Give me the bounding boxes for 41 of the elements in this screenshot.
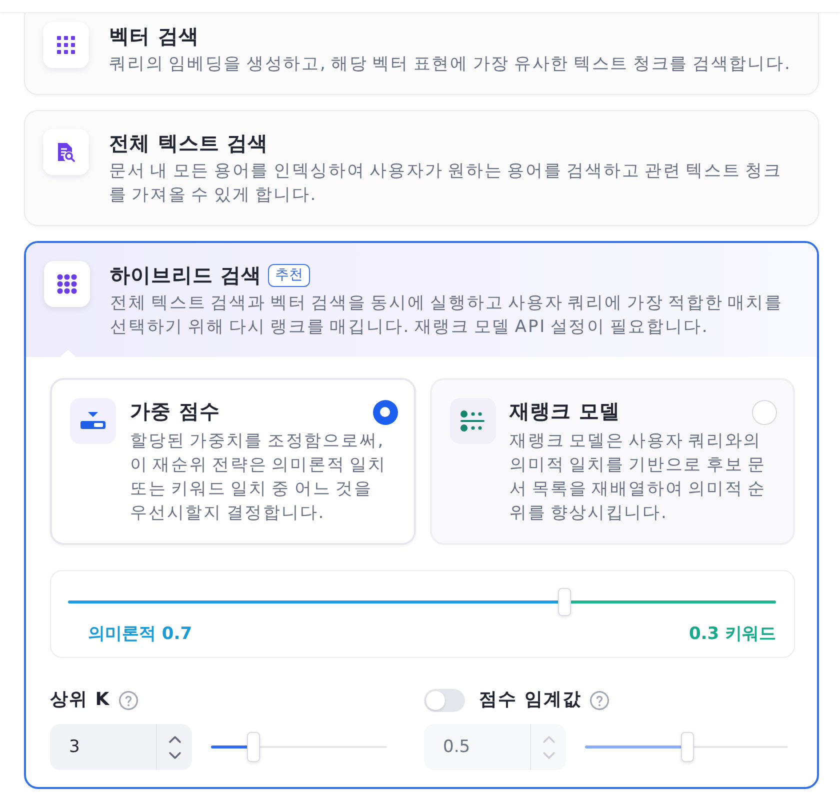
- help-icon[interactable]: [590, 690, 610, 710]
- option-title: 가중 점수: [130, 398, 220, 425]
- card-title: 전체 텍스트 검색: [109, 130, 268, 157]
- card-title: 벡터 검색: [109, 23, 199, 50]
- weight-slider[interactable]: [68, 588, 776, 616]
- field-label: 상위 K: [50, 688, 110, 712]
- slider-thumb[interactable]: [680, 732, 694, 762]
- chevron-up-icon: [542, 736, 554, 742]
- document-search-icon: [43, 129, 89, 175]
- toggle-switch[interactable]: [424, 688, 465, 712]
- radio-button[interactable]: [752, 400, 777, 424]
- card-title: 하이브리드 검색: [110, 262, 262, 289]
- square-grid-icon: [43, 22, 89, 68]
- score-threshold-slider[interactable]: [585, 732, 788, 762]
- search-method-card[interactable]: [24, 241, 819, 789]
- search-method-card[interactable]: 벡터 검색 쿼리의 임베딩을 생성하고, 해당 벡터 표현에 가장 유사한 텍스트 청크를 검색합니다.: [24, 13, 819, 95]
- radio-button[interactable]: [372, 400, 398, 424]
- slider-thumb[interactable]: [558, 588, 571, 616]
- option-title: 재랭크 모델: [510, 398, 620, 425]
- card-description: 전체 텍스트 검색과 벡터 검색을 동시에 실행하고 사용자 쿼리에 가장 적합한 매치를 선택하기 위해 다시 랭크를 매깁니다. 재랭크 모델 API 설정이 필요합니다.: [110, 292, 784, 339]
- number-input[interactable]: 3: [50, 724, 192, 770]
- field-label: 점수 임계값: [479, 688, 582, 712]
- dots-lines-icon: [450, 398, 496, 444]
- option-card[interactable]: 가중 점수 할당된 가중치를 조정함으로써, 이 재순위 전략은 의미론적 일치 또는 키워드 일치 중 어느 것을 우선시할지 결정합니다.: [50, 378, 416, 545]
- chevron-down-icon: [542, 752, 554, 758]
- option-description: 할당된 가중치를 조정함으로써, 이 재순위 전략은 의미론적 일치 또는 키워드 일치 중 어느 것을 우선시할지 결정합니다.: [130, 430, 388, 525]
- top-k-slider[interactable]: [211, 732, 387, 762]
- chevron-up-icon: [168, 736, 180, 742]
- triangle-bar-icon: [70, 398, 116, 444]
- slider-thumb[interactable]: [247, 732, 260, 762]
- search-method-card[interactable]: 전체 텍스트 검색 문서 내 모든 용어를 인덱싱하여 사용자가 원하는 용어를 검색하고 관련 텍스트 청크를 가져올 수 있게 합니다.: [24, 110, 819, 226]
- chevron-down-icon: [168, 752, 180, 758]
- option-description: 재랭크 모델은 사용자 쿼리와의 의미적 일치를 기반으로 후보 문서 목록을 재배열하여 의미적 순위를 향상시킵니다.: [510, 430, 767, 525]
- dot-grid-icon: [44, 261, 90, 307]
- label-badge: 추천: [268, 264, 310, 286]
- card-description: 문서 내 모든 용어를 인덱싱하여 사용자가 원하는 용어를 검색하고 관련 텍스트 청크를 가져올 수 있게 합니다.: [109, 160, 783, 207]
- option-card[interactable]: 재랭크 모델 재랭크 모델은 사용자 쿼리와의 의미적 일치를 기반으로 후보 문서 목록을 재배열하여 의미적 순위를 향상시킵니다.: [430, 378, 795, 545]
- card-description: 쿼리의 임베딩을 생성하고, 해당 벡터 표현에 가장 유사한 텍스트 청크를 검색합니다.: [109, 53, 792, 76]
- help-icon[interactable]: [119, 690, 138, 710]
- keyword-weight-label: 0.3 키워드: [688, 623, 776, 646]
- semantic-weight-label: 의미론적 0.7: [88, 623, 192, 646]
